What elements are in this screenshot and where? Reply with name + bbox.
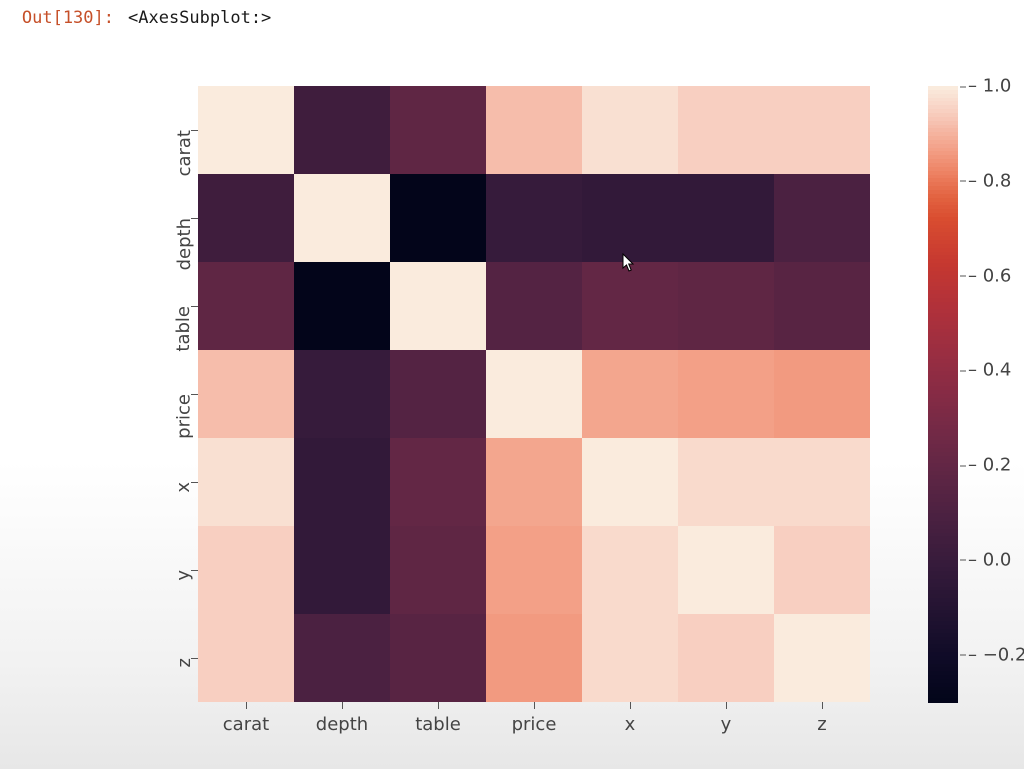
output-repr-text: <AxesSubplot:>	[128, 8, 271, 28]
colorbar-tick-label: – −0.2	[968, 644, 1024, 665]
heatmap-cell	[774, 614, 870, 702]
x-tick-label: carat	[223, 714, 269, 735]
colorbar	[928, 86, 958, 702]
heatmap-cell	[390, 438, 486, 526]
colorbar-tick-label: – 0.0	[968, 549, 1011, 570]
x-tick-label: y	[721, 714, 732, 735]
y-tick-label: x	[174, 482, 195, 493]
heatmap-cell	[486, 262, 582, 350]
heatmap-cell	[678, 614, 774, 702]
colorbar-ticks: – 1.0– 0.8– 0.6– 0.4– 0.2– 0.0– −0.2	[960, 86, 1020, 702]
y-tick-label: depth	[174, 218, 195, 270]
heatmap-cell	[198, 174, 294, 262]
heatmap-cell	[486, 526, 582, 614]
heatmap-cell	[486, 438, 582, 526]
heatmap-cell	[390, 174, 486, 262]
heatmap-cell	[294, 86, 390, 174]
heatmap-cell	[582, 614, 678, 702]
heatmap-cell	[582, 350, 678, 438]
heatmap-cell	[198, 262, 294, 350]
heatmap-cell	[678, 86, 774, 174]
heatmap-cell	[774, 174, 870, 262]
colorbar-tick-label: – 0.6	[968, 265, 1011, 286]
heatmap-figure: carat depth table price x y z carat depth table p…	[128, 46, 1008, 766]
heatmap-cell	[678, 262, 774, 350]
heatmap-cell	[486, 614, 582, 702]
x-tick-label: depth	[316, 714, 368, 735]
heatmap-cell	[198, 350, 294, 438]
heatmap-cell	[582, 86, 678, 174]
heatmap-cell	[774, 86, 870, 174]
heatmap-cell	[198, 614, 294, 702]
heatmap-cell	[390, 86, 486, 174]
heatmap-cell	[486, 350, 582, 438]
heatmap-cell	[294, 526, 390, 614]
heatmap-cell	[294, 438, 390, 526]
heatmap-cell	[774, 438, 870, 526]
heatmap-cell	[678, 438, 774, 526]
y-tick-label: table	[174, 306, 195, 352]
heatmap-cell	[294, 262, 390, 350]
x-tick-label: z	[817, 714, 826, 735]
heatmap-cell	[678, 174, 774, 262]
y-tick-labels: carat depth table price x y z	[128, 86, 198, 702]
heatmap-cell	[390, 614, 486, 702]
colorbar-tick-label: – 0.8	[968, 170, 1011, 191]
colorbar-tick-label: – 0.4	[968, 360, 1011, 381]
heatmap-cell	[294, 614, 390, 702]
heatmap-cell	[678, 526, 774, 614]
x-tick-labels: carat depth table price x y z	[198, 702, 870, 742]
y-tick-label: price	[174, 394, 195, 439]
y-tick-label: y	[174, 570, 195, 581]
heatmap-cell	[678, 350, 774, 438]
heatmap-cell	[390, 526, 486, 614]
heatmap-cell	[582, 174, 678, 262]
heatmap-cell	[198, 438, 294, 526]
y-tick-label: carat	[174, 130, 195, 176]
colorbar-track	[928, 86, 958, 702]
x-tick-label: table	[415, 714, 461, 735]
jupyter-output-row: Out[130]: <AxesSubplot:>	[0, 8, 1024, 36]
heatmap-cell	[774, 350, 870, 438]
heatmap-axes	[198, 86, 870, 702]
heatmap-cell	[390, 350, 486, 438]
heatmap-cell	[294, 174, 390, 262]
heatmap-cell	[486, 174, 582, 262]
y-tick-label: z	[174, 658, 195, 667]
x-tick-label: x	[625, 714, 636, 735]
heatmap-cell	[198, 86, 294, 174]
x-tick-label: price	[512, 714, 557, 735]
heatmap-cell	[582, 262, 678, 350]
heatmap-cell	[582, 526, 678, 614]
heatmap-cell	[294, 350, 390, 438]
heatmap-cell	[390, 262, 486, 350]
output-prompt-label: Out[130]:	[0, 8, 114, 28]
heatmap-cell	[486, 86, 582, 174]
heatmap-cell	[198, 526, 294, 614]
colorbar-tick-label: – 0.2	[968, 455, 1011, 476]
heatmap-cell	[774, 262, 870, 350]
colorbar-tick-label: – 1.0	[968, 76, 1011, 97]
heatmap-cell	[774, 526, 870, 614]
heatmap-cell	[582, 438, 678, 526]
